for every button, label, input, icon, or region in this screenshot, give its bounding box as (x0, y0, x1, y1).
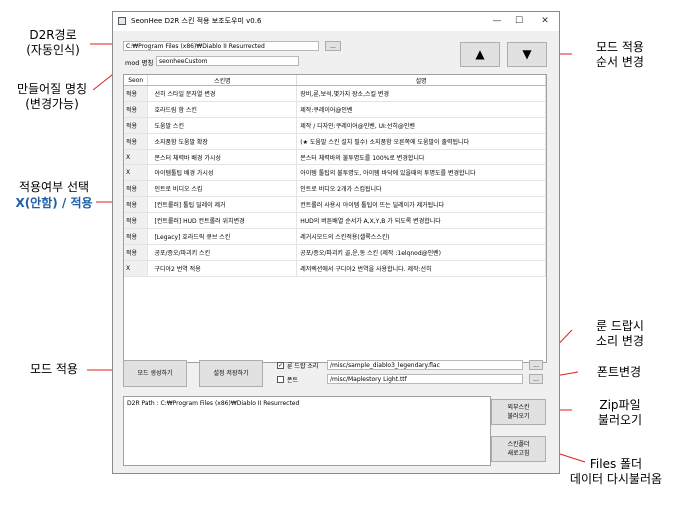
description-cell: 제작:쿠레이어@인벤 (296, 101, 546, 118)
reload-skin-folder-button[interactable]: 스킨폴더 새로고침 (491, 436, 546, 462)
app-icon (118, 17, 126, 25)
description-cell: 컨트롤러 사용시 아이템 툴팁이 뜨는 딜레이가 제거됩니다 (296, 196, 546, 214)
create-mod-button[interactable]: 모드 생성하기 (123, 360, 187, 387)
move-up-button[interactable]: ▲ (460, 42, 500, 67)
browse-rune-sound-button[interactable]: ... (529, 360, 543, 370)
rune-sound-checkbox[interactable]: ✓ (277, 362, 284, 369)
mod-name-label: mod 명칭 (125, 59, 154, 67)
skin-name-cell: 도움말 스킨 (147, 117, 298, 134)
description-cell: 아이템 툴팁의 불투명도, 아이템 바닥에 있을때의 투명도를 변경합니다 (296, 164, 546, 182)
description-cell: 제작 / 디자인:쿠레이어@인벤, UI:선히@인벤 (296, 117, 546, 134)
skin-name-cell: [컨트롤러] 툴팁 딜레이 제거 (147, 196, 298, 214)
log-text: D2R Path : C:₩Program Files (x86)₩Diablo… (127, 400, 300, 407)
table-row[interactable]: 적용 [컨트롤러] 툴팁 딜레이 제거 컨트롤러 사용시 아이템 툴팁이 뜨는 딜레… (124, 196, 546, 214)
skin-name-cell: [컨트롤러] HUD 컨트롤러 위치변경 (147, 212, 298, 230)
skin-name-cell: 인트로 비디오 스킵 (147, 180, 298, 198)
checkmark-icon: ✓ (278, 362, 284, 369)
skin-name-cell: 소지품함 도움말 확장 (147, 133, 298, 150)
column-header-apply[interactable]: Seon (124, 75, 149, 86)
description-cell: 레저렉션에서 구디아2 번역을 사용합니다. 제작:선히 (296, 260, 546, 277)
column-header-description[interactable]: 설명 (296, 75, 546, 86)
apply-cell[interactable]: 적용 (124, 228, 149, 245)
log-output[interactable]: D2R Path : C:₩Program Files (x86)₩Diablo… (123, 396, 491, 466)
column-header-skin-name[interactable]: 스킨명 (147, 75, 298, 86)
close-button[interactable]: ✕ (537, 14, 553, 28)
table-header-row: Seon 스킨명 설명 (124, 75, 546, 86)
mod-name-input[interactable]: seonheeCustom (156, 56, 299, 66)
skin-name-cell: 선히 스타일 문자열 변경 (147, 85, 298, 102)
d2r-path-field[interactable]: C:₩Program Files (x86)₩Diablo II Resurre… (123, 41, 319, 51)
skin-name-cell: 몬스터 체력바 배경 가시성 (147, 149, 298, 166)
apply-cell[interactable]: 적용 (124, 117, 149, 134)
apply-cell[interactable]: X (124, 260, 149, 277)
table-row[interactable]: X 구디아2 번역 적용 레저렉션에서 구디아2 번역을 사용합니다. 제작:선히 (124, 260, 546, 277)
table-row[interactable]: 적용 [컨트롤러] HUD 컨트롤러 위치변경 HUD의 버튼배열 순서가 A,X,… (124, 212, 546, 230)
skin-name-cell: [Legacy] 호라드릭 큐브 스킨 (147, 228, 298, 245)
rune-sound-path-field[interactable]: /misc/sample_diablo3_legendary.flac (327, 360, 523, 370)
apply-cell[interactable]: 적용 (124, 180, 149, 198)
description-cell: HUD의 버튼배열 순서가 A,X,Y,B 가 되도록 변경합니다 (296, 212, 546, 230)
table-row[interactable]: 적용 호라드림 함 스킨 제작:쿠레이어@인벤 (124, 101, 546, 118)
font-checkbox[interactable] (277, 376, 284, 383)
description-cell: 인트로 비디오 2개가 스킵됩니다 (296, 180, 546, 198)
title-bar: SeonHee D2R 스킨 적용 보조도우미 v0.6 — ☐ ✕ (113, 12, 559, 31)
table-row[interactable]: 적용 소지품함 도움말 확장 (★ 도움말 스킨 설치 필수) 소지품함 오른쪽에 … (124, 133, 546, 150)
table-row[interactable]: 적용 선히 스타일 문자열 변경 장비,룬,보석,몇가지 장소,스킬 변경 (124, 85, 546, 102)
description-cell: 레거시모드의 스킨적용(셀록스스킨) (296, 228, 546, 245)
apply-cell[interactable]: 적용 (124, 212, 149, 230)
skin-table[interactable]: Seon 스킨명 설명 적용 선히 스타일 문자열 변경 장비,룬,보석,몇가지 장… (123, 74, 547, 363)
skin-name-cell: 구디아2 번역 적용 (147, 260, 298, 277)
font-path-field[interactable]: /misc/Maplestory Light.ttf (327, 374, 523, 384)
apply-cell[interactable]: X (124, 149, 149, 166)
table-row[interactable]: 적용 공포/증오/파괴키 스킨 공포/증오/파괴키 골,운,동 스킨 (제작 :1e… (124, 244, 546, 261)
skin-name-cell: 호라드림 함 스킨 (147, 101, 298, 118)
table-row[interactable]: 적용 [Legacy] 호라드릭 큐브 스킨 레거시모드의 스킨적용(셀록스스킨) (124, 228, 546, 245)
description-cell: 공포/증오/파괴키 골,운,동 스킨 (제작 :1elqnod@인벤) (296, 244, 546, 261)
apply-cell[interactable]: X (124, 164, 149, 182)
apply-cell[interactable]: 적용 (124, 101, 149, 118)
skin-name-cell: 아이템툴팁 배경 가시성 (147, 164, 298, 182)
browse-path-button[interactable]: ... (325, 41, 341, 51)
minimize-button[interactable]: — (489, 14, 505, 28)
rune-sound-label: 룬 드랍 소리 (287, 363, 319, 370)
table-body: 적용 선히 스타일 문자열 변경 장비,룬,보석,몇가지 장소,스킬 변경 적용 호라드… (124, 85, 546, 277)
description-cell: (★ 도움말 스킨 설치 필수) 소지품함 오른쪽에 도움말이 출력됩니다 (296, 133, 546, 150)
save-settings-button[interactable]: 설정 저장하기 (199, 360, 263, 387)
table-row[interactable]: X 아이템툴팁 배경 가시성 아이템 툴팁의 불투명도, 아이템 바닥에 있을때의 … (124, 164, 546, 182)
maximize-button[interactable]: ☐ (511, 14, 527, 28)
apply-cell[interactable]: 적용 (124, 196, 149, 214)
apply-cell[interactable]: 적용 (124, 133, 149, 150)
arrow-down-icon: ▼ (522, 47, 532, 61)
window-title: SeonHee D2R 스킨 적용 보조도우미 v0.6 (131, 17, 262, 25)
table-row[interactable]: 적용 인트로 비디오 스킵 인트로 비디오 2개가 스킵됩니다 (124, 180, 546, 198)
skin-table-grid: Seon 스킨명 설명 적용 선히 스타일 문자열 변경 장비,룬,보석,몇가지 장… (124, 75, 546, 277)
app-window: SeonHee D2R 스킨 적용 보조도우미 v0.6 — ☐ ✕ C:₩Pr… (112, 11, 560, 474)
description-cell: 장비,룬,보석,몇가지 장소,스킬 변경 (296, 85, 546, 102)
move-down-button[interactable]: ▼ (507, 42, 547, 67)
apply-cell[interactable]: 적용 (124, 85, 149, 102)
arrow-up-icon: ▲ (475, 47, 485, 61)
table-row[interactable]: X 몬스터 체력바 배경 가시성 몬스터 체력바의 불투명도를 100%로 변경합니… (124, 149, 546, 166)
browse-font-button[interactable]: ... (529, 374, 543, 384)
table-row[interactable]: 적용 도움말 스킨 제작 / 디자인:쿠레이어@인벤, UI:선히@인벤 (124, 117, 546, 134)
font-label: 폰트 (287, 377, 299, 384)
load-external-skin-button[interactable]: 외부스킨 불러오기 (491, 399, 546, 425)
apply-cell[interactable]: 적용 (124, 244, 149, 261)
skin-name-cell: 공포/증오/파괴키 스킨 (147, 244, 298, 261)
description-cell: 몬스터 체력바의 불투명도를 100%로 변경합니다 (296, 149, 546, 166)
